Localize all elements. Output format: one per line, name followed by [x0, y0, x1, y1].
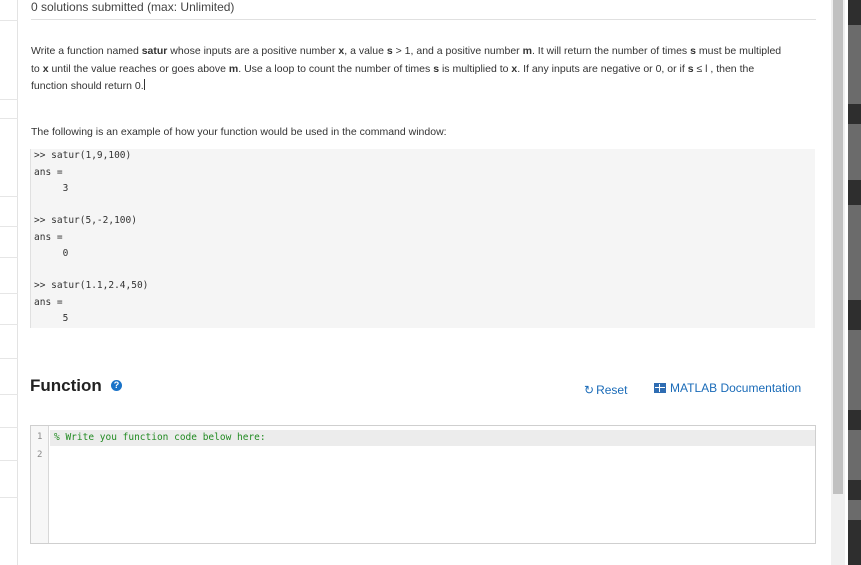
strip-block — [848, 0, 861, 25]
gutter-divider — [0, 427, 18, 428]
line-number: 2 — [37, 450, 43, 460]
question-circle-icon[interactable]: ? — [111, 380, 122, 391]
function-heading: Function — [30, 376, 102, 395]
book-icon — [654, 383, 666, 393]
code-line: ans = — [34, 232, 63, 243]
code-line: 3 — [34, 183, 69, 194]
strip-block — [848, 104, 861, 124]
line-number: 1 — [37, 432, 43, 442]
editor-gutter: 1 2 — [31, 426, 49, 543]
problem-description: Write a function named satur whose input… — [31, 45, 782, 92]
gutter-divider — [0, 497, 18, 498]
gutter-divider — [0, 358, 18, 359]
gutter-divider — [0, 394, 18, 395]
text-caret — [143, 79, 145, 90]
refresh-icon: ↻ — [584, 383, 595, 397]
gutter-divider — [0, 460, 18, 461]
example-code-block: >> satur(1,9,100) ans = 3 >> satur(5,-2,… — [30, 149, 815, 328]
gutter-divider — [0, 20, 18, 21]
gutter-divider — [0, 226, 18, 227]
code-line: ans = — [34, 167, 63, 178]
strip-block — [848, 300, 861, 330]
strip-block — [848, 410, 861, 430]
vertical-scrollbar[interactable] — [831, 0, 845, 565]
code-line: >> satur(1.1,2.4,50) — [34, 280, 149, 291]
background-window-strip — [848, 0, 861, 565]
left-gutter — [0, 0, 18, 565]
reset-button[interactable]: ↻ Reset — [584, 383, 627, 397]
submission-count: 0 solutions submitted (max: Unlimited) — [31, 0, 235, 14]
reset-label: Reset — [596, 383, 628, 397]
gutter-divider — [0, 324, 18, 325]
editor-line[interactable]: % Write you function code below here: — [54, 432, 266, 443]
gutter-divider — [0, 196, 18, 197]
code-line: 0 — [34, 248, 69, 259]
example-intro: The following is an example of how your … — [31, 126, 447, 138]
strip-block — [848, 480, 861, 500]
gutter-divider — [0, 257, 18, 258]
gutter-divider — [0, 293, 18, 294]
scrollbar-thumb[interactable] — [833, 0, 843, 494]
code-line: >> satur(1,9,100) — [34, 150, 132, 161]
strip-block — [848, 180, 861, 205]
divider — [31, 19, 816, 20]
gutter-divider — [0, 99, 18, 100]
code-line: ans = — [34, 297, 63, 308]
code-editor[interactable]: 1 2 % Write you function code below here… — [30, 425, 816, 544]
doc-label: MATLAB Documentation — [670, 381, 802, 395]
gutter-divider — [0, 118, 18, 119]
code-line: >> satur(5,-2,100) — [34, 215, 137, 226]
matlab-documentation-link[interactable]: MATLAB Documentation — [654, 381, 801, 395]
problem-panel: 0 solutions submitted (max: Unlimited) W… — [18, 0, 829, 565]
code-line: 5 — [34, 313, 69, 324]
strip-block — [848, 520, 861, 565]
